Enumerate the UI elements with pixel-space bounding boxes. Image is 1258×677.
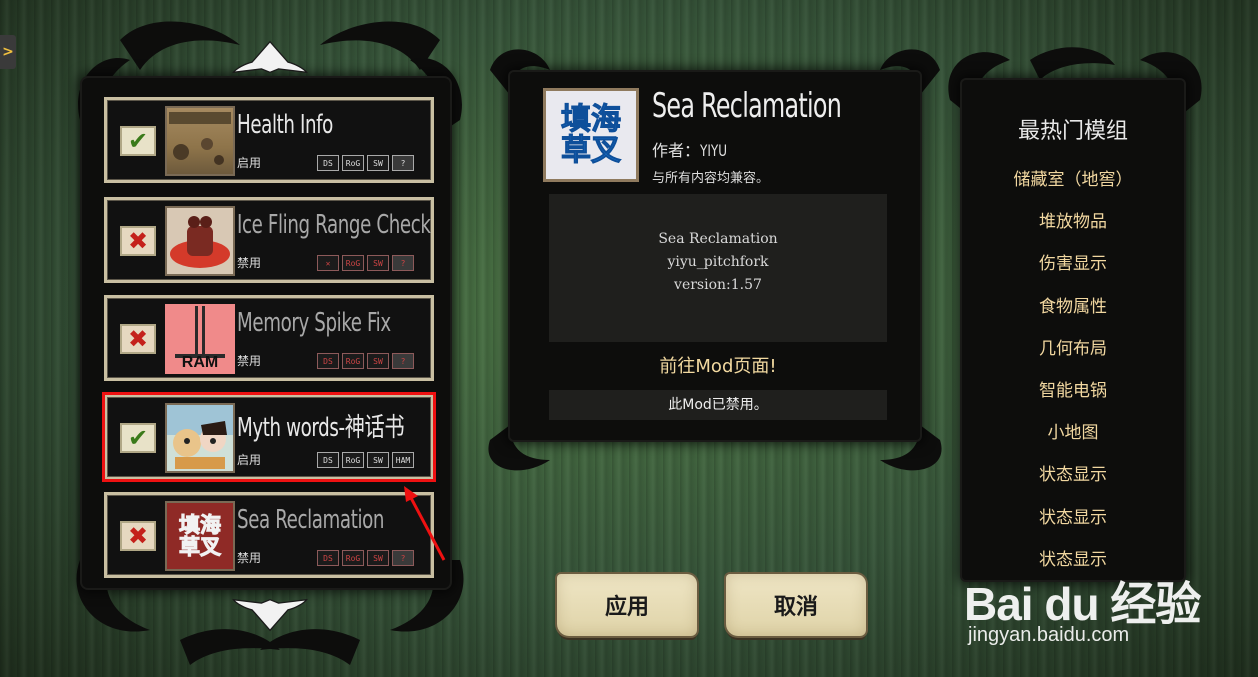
- compat-tag: ?: [392, 353, 414, 369]
- popular-mods-list: 储藏室（地窖） 堆放物品 伤害显示 食物属性 几何布局 智能电锅 小地图 状态显…: [962, 166, 1184, 570]
- mod-thumbnail: [165, 106, 235, 176]
- mod-thumbnail: [165, 206, 235, 276]
- popular-mod-link[interactable]: 几何布局: [962, 335, 1184, 377]
- enabled-checkbox[interactable]: ✔: [120, 126, 156, 156]
- mod-detail-description: Sea Reclamation yiyu_pitchfork version:1…: [549, 194, 887, 342]
- mod-item-sea-reclamation[interactable]: ✖ 填海草叉 Sea Reclamation 禁用 DS RoG SW ?: [104, 492, 434, 578]
- mod-item-memory-spike-fix[interactable]: ✖ RAM Memory Spike Fix 禁用 DS RoG SW ?: [104, 295, 434, 381]
- popular-mod-link[interactable]: 储藏室（地窖）: [962, 166, 1184, 208]
- mod-detail-title: Sea Reclamation: [652, 86, 842, 126]
- mod-item-health-info[interactable]: ✔ Health Info 启用 DS RoG SW ?: [104, 97, 434, 183]
- popular-mods-title: 最热门模组: [1017, 119, 1128, 144]
- compat-tag: ✕: [317, 255, 339, 271]
- compat-tag: HAM: [392, 452, 414, 468]
- chevron-right-icon: >: [2, 44, 14, 60]
- annotation-arrow-icon: [404, 486, 446, 561]
- mod-status: 启用: [237, 453, 262, 467]
- scroll-down-arrow-icon[interactable]: [225, 598, 315, 632]
- compat-tag: SW: [367, 452, 389, 468]
- mod-page-link[interactable]: 前往Mod页面!: [549, 352, 887, 378]
- compat-tags: ✕ RoG SW ?: [317, 255, 414, 271]
- popular-mod-link[interactable]: 堆放物品: [962, 208, 1184, 250]
- mod-thumbnail: RAM: [165, 304, 235, 374]
- apply-button[interactable]: 应用: [557, 574, 697, 636]
- author-name: YIYU: [700, 141, 728, 160]
- compat-tag: DS: [317, 155, 339, 171]
- disabled-checkbox[interactable]: ✖: [120, 324, 156, 354]
- mod-detail-author: 作者：YIYU: [652, 137, 736, 161]
- ice-fling-thumbnail-art: [170, 216, 230, 268]
- mod-name: Health Info: [237, 110, 333, 140]
- popular-mod-link[interactable]: 状态显示: [962, 546, 1184, 570]
- checkmark-icon: ✔: [127, 127, 149, 155]
- ram-label: RAM: [181, 354, 219, 371]
- popular-mod-link[interactable]: 状态显示: [962, 504, 1184, 546]
- compat-tag: DS: [317, 353, 339, 369]
- cross-icon: ✖: [127, 325, 149, 353]
- side-panel-toggle[interactable]: >: [0, 35, 16, 69]
- watermark-url: jingyan.baidu.com: [968, 624, 1130, 646]
- popular-mod-link[interactable]: 小地图: [962, 419, 1184, 461]
- author-label: 作者：: [652, 141, 701, 160]
- compat-tag: RoG: [342, 155, 364, 171]
- mod-name: Memory Spike Fix: [237, 308, 391, 338]
- mod-name: Sea Reclamation: [237, 505, 385, 535]
- mod-name: Ice Fling Range Check: [237, 210, 431, 240]
- compat-tag: RoG: [342, 255, 364, 271]
- compat-tag: ?: [392, 155, 414, 171]
- description-line: version:1.57: [674, 277, 762, 293]
- mod-name: Myth words-神话书: [237, 413, 405, 443]
- mod-status: 启用: [237, 156, 262, 170]
- checkmark-icon: ✔: [127, 424, 149, 452]
- compat-tag: SW: [367, 255, 389, 271]
- mod-status: 禁用: [237, 256, 262, 270]
- description-line: Sea Reclamation: [658, 231, 778, 247]
- compat-tags: DS RoG SW ?: [317, 155, 414, 171]
- enabled-checkbox[interactable]: ✔: [120, 423, 156, 453]
- popular-mod-link[interactable]: 状态显示: [962, 461, 1184, 503]
- compat-tags: DS RoG SW ?: [317, 353, 414, 369]
- mod-item-myth-words[interactable]: ✔ Myth words-神话书 启用 DS RoG SW HAM: [102, 392, 436, 482]
- mod-state-bar: 此Mod已禁用。: [549, 390, 887, 420]
- detail-icon-text: 填海草叉: [561, 101, 622, 168]
- cross-icon: ✖: [127, 227, 149, 255]
- baidu-watermark: Bai du 经验 jingyan.baidu.com: [964, 568, 1204, 648]
- mod-status: 禁用: [237, 551, 262, 565]
- popular-mod-link[interactable]: 智能电锅: [962, 377, 1184, 419]
- mod-status: 禁用: [237, 354, 262, 368]
- compat-tag: RoG: [342, 452, 364, 468]
- mod-thumbnail: 填海草叉: [165, 501, 235, 571]
- description-line: yiyu_pitchfork: [667, 254, 769, 270]
- myth-words-thumbnail-art: [167, 405, 233, 469]
- cancel-button[interactable]: 取消: [726, 574, 866, 636]
- mod-thumbnail: [165, 403, 235, 473]
- popular-mod-link[interactable]: 伤害显示: [962, 250, 1184, 292]
- compat-tag: SW: [367, 550, 389, 566]
- compat-tag: ?: [392, 255, 414, 271]
- compat-tag: SW: [367, 155, 389, 171]
- popular-mod-link[interactable]: 食物属性: [962, 293, 1184, 335]
- health-info-thumbnail-art: [169, 112, 231, 165]
- cross-icon: ✖: [127, 522, 149, 550]
- compat-tags: DS RoG SW HAM: [317, 452, 414, 468]
- compat-tag: DS: [317, 452, 339, 468]
- compat-tag: DS: [317, 550, 339, 566]
- scroll-up-arrow-icon[interactable]: [225, 40, 315, 74]
- mod-detail-compatibility: 与所有内容均兼容。: [652, 171, 770, 186]
- sea-reclamation-thumbnail-text: 填海草叉: [179, 512, 222, 559]
- disabled-checkbox[interactable]: ✖: [120, 226, 156, 256]
- mod-item-ice-fling-range-check[interactable]: ✖ Ice Fling Range Check 禁用 ✕ RoG SW ?: [104, 197, 434, 283]
- compat-tag: SW: [367, 353, 389, 369]
- disabled-checkbox[interactable]: ✖: [120, 521, 156, 551]
- mod-detail-icon: 填海草叉: [543, 88, 639, 182]
- compat-tag: RoG: [342, 353, 364, 369]
- compat-tag: RoG: [342, 550, 364, 566]
